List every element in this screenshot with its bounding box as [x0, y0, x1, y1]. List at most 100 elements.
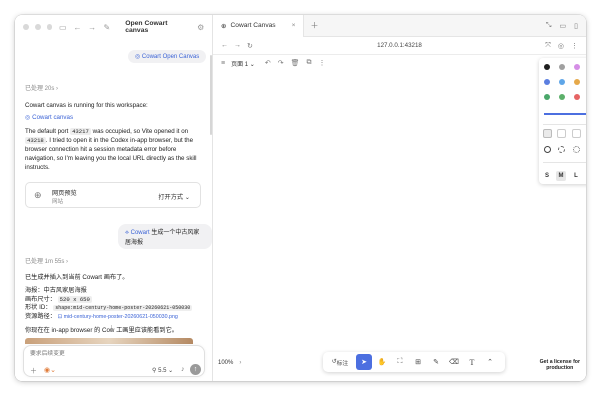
window-zoom-button[interactable]	[46, 24, 53, 30]
forward-arrow-icon[interactable]: →	[88, 23, 97, 32]
frame-tool-icon[interactable]: ⛶	[392, 354, 408, 370]
forward-icon[interactable]: →	[234, 42, 241, 49]
open-with-button[interactable]: 打开方式 ⌄	[158, 192, 190, 201]
window-minimize-button[interactable]	[34, 24, 41, 30]
mic-icon[interactable]: ♪	[181, 366, 185, 373]
divider	[543, 162, 586, 163]
extensions-icon[interactable]: ◎	[558, 42, 564, 50]
eraser-tool-icon[interactable]: ⌫	[446, 354, 462, 370]
card-title: 网页预览	[52, 190, 77, 197]
draw-tool-icon[interactable]: ✎	[428, 354, 444, 370]
size-s-button[interactable]: S	[542, 171, 552, 181]
dash-dashed-button[interactable]	[558, 146, 565, 153]
new-chat-icon[interactable]: ✎	[103, 23, 112, 32]
back-arrow-icon[interactable]: ←	[73, 23, 82, 32]
close-tab-icon[interactable]: ×	[292, 22, 296, 29]
panel-icon[interactable]: ▯	[574, 22, 578, 30]
plus-icon[interactable]: ＋	[30, 366, 37, 376]
size-m-button[interactable]: M	[556, 171, 566, 181]
chevron-right-icon[interactable]: ›	[239, 360, 241, 366]
duplicate-icon[interactable]: ⧉	[306, 59, 311, 67]
opacity-slider-track[interactable]	[544, 113, 586, 115]
dash-draw-button[interactable]	[544, 146, 551, 153]
size-xl-button[interactable]: XL	[585, 171, 586, 181]
color-swatch-3[interactable]	[574, 64, 580, 70]
fill-none-button[interactable]	[543, 129, 552, 138]
canvas-link[interactable]: ◎ Cowart canvas	[25, 113, 203, 122]
text-tool-icon[interactable]: T	[464, 354, 480, 370]
send-button[interactable]: ↑	[190, 364, 201, 375]
select-element-icon[interactable]: ⤧	[545, 42, 551, 50]
resource-path-link[interactable]: ⊡ mid-century-home-poster-20260621-05003…	[58, 314, 178, 320]
assistant-message-2: 已生成并插入到当前 Cowart 画布了。	[25, 274, 129, 281]
cowart-mention: ⟡ Cowart	[125, 230, 150, 236]
canvas-toolbar: ≡ 页面 1 ⌄ ↶ ↷ 🗑 ⧉ ⋮	[213, 55, 586, 71]
titlebar: ▭ ← → ✎ Open Cowart canvas ⚙	[15, 15, 213, 39]
color-swatch-6[interactable]	[559, 79, 565, 85]
processed-meta-2[interactable]: 已处理 1m 55s ›	[25, 256, 68, 265]
license-notice[interactable]: Get a license for production	[540, 359, 580, 371]
color-swatch-9[interactable]	[544, 94, 550, 100]
annotate-button[interactable]: ↺ 标注	[326, 354, 354, 370]
color-swatch-7[interactable]	[574, 79, 580, 85]
zoom-control: 100% ›	[213, 355, 246, 371]
window-close-button[interactable]	[23, 24, 29, 30]
menu-icon[interactable]: ≡	[221, 60, 225, 67]
image-tool-icon[interactable]: ⊞	[410, 354, 426, 370]
redo-icon[interactable]: ↷	[278, 59, 284, 67]
color-swatch-1[interactable]	[544, 64, 550, 70]
model-selector[interactable]: ⚲ 5.5 ⌄	[152, 367, 173, 374]
globe-icon: ⊕	[221, 22, 227, 30]
fill-semi-button[interactable]	[557, 129, 566, 138]
url-text[interactable]: 127.0.0.1:43218	[213, 42, 586, 49]
select-tool-icon[interactable]: ➤	[356, 354, 372, 370]
permissions-icon[interactable]: ◉⌄	[44, 366, 56, 374]
size-l-button[interactable]: L	[571, 171, 581, 181]
divider	[543, 124, 586, 125]
chat-scrollbar[interactable]	[210, 55, 212, 135]
scroll-down-icon[interactable]: ↓	[110, 324, 114, 331]
back-icon[interactable]: ←	[221, 42, 228, 49]
chat-title: Open Cowart canvas	[125, 20, 168, 34]
chevron-right-icon: ›	[56, 86, 59, 92]
delete-icon[interactable]: 🗑	[291, 59, 300, 67]
user-message-pill: ⟡ Cowart 生成一个中古风家居海报	[118, 224, 212, 249]
card-subtitle: 网站	[52, 199, 64, 205]
web-preview-card[interactable]: ⊕ 网页预览 网站 打开方式 ⌄	[25, 182, 201, 208]
new-tab-icon[interactable]: ＋	[310, 20, 318, 31]
dash-dotted-button[interactable]	[573, 146, 580, 153]
drawing-toolbar: ↺ 标注 ➤ ✋ ⛶ ⊞ ✎ ⌫ T ⌃	[323, 352, 505, 372]
undo-icon[interactable]: ↶	[265, 59, 271, 67]
zoom-level[interactable]: 100%	[218, 360, 233, 366]
settings-sliders-icon[interactable]: ⚙	[196, 23, 205, 32]
hand-tool-icon[interactable]: ✋	[374, 354, 390, 370]
composer[interactable]: ＋ ◉⌄ ⚲ 5.5 ⌄ ♪ ↑	[23, 345, 205, 377]
collapse-icon[interactable]: ⤡	[546, 22, 552, 30]
browser-tabbar: ⊕ Cowart Canvas × ＋ ⤡ ▭ ▯	[213, 15, 586, 37]
color-swatch-2[interactable]	[559, 64, 565, 70]
more-icon[interactable]: ⋮	[571, 42, 578, 50]
app-window: ▭ ← → ✎ Open Cowart canvas ⚙ ◎ Cowart Op…	[15, 15, 586, 381]
more-actions-icon[interactable]: ⋮	[318, 59, 325, 67]
chat-pane: ▭ ← → ✎ Open Cowart canvas ⚙ ◎ Cowart Op…	[15, 15, 213, 381]
reload-icon[interactable]: ↻	[247, 42, 253, 50]
color-swatch-10[interactable]	[559, 94, 565, 100]
color-swatch-5[interactable]	[544, 79, 550, 85]
assistant-message-3: 你现在在 in-app browser 的 Cow 工画里应该能看到它。	[25, 327, 178, 334]
split-view-icon[interactable]: ▭	[560, 22, 567, 30]
sidebar-toggle-icon[interactable]: ▭	[58, 23, 67, 32]
color-swatch-11[interactable]	[574, 94, 580, 100]
assistant-paragraph: The default port 43217 was occupied, so …	[25, 128, 197, 171]
browser-pane: ⊕ Cowart Canvas × ＋ ⤡ ▭ ▯ ← → ↻ 127.0.0.…	[213, 15, 586, 381]
url-bar: ← → ↻ 127.0.0.1:43218 ⤧ ◎ ⋮	[213, 37, 586, 55]
assistant-message-1: Cowart canvas is running for this worksp…	[25, 102, 148, 109]
command-pill: ◎ Cowart Open Canvas	[128, 50, 207, 63]
follow-up-input[interactable]	[30, 349, 190, 359]
page-selector[interactable]: 页面 1 ⌄	[231, 59, 255, 68]
poster-thumbnail	[25, 338, 193, 344]
tab-cowart-canvas[interactable]: ⊕ Cowart Canvas ×	[213, 15, 305, 37]
processed-meta-1[interactable]: 已处理 20s ›	[25, 83, 58, 92]
fill-solid-button[interactable]	[572, 129, 581, 138]
expand-tools-icon[interactable]: ⌃	[482, 354, 498, 370]
globe-icon: ⊕	[34, 190, 42, 200]
